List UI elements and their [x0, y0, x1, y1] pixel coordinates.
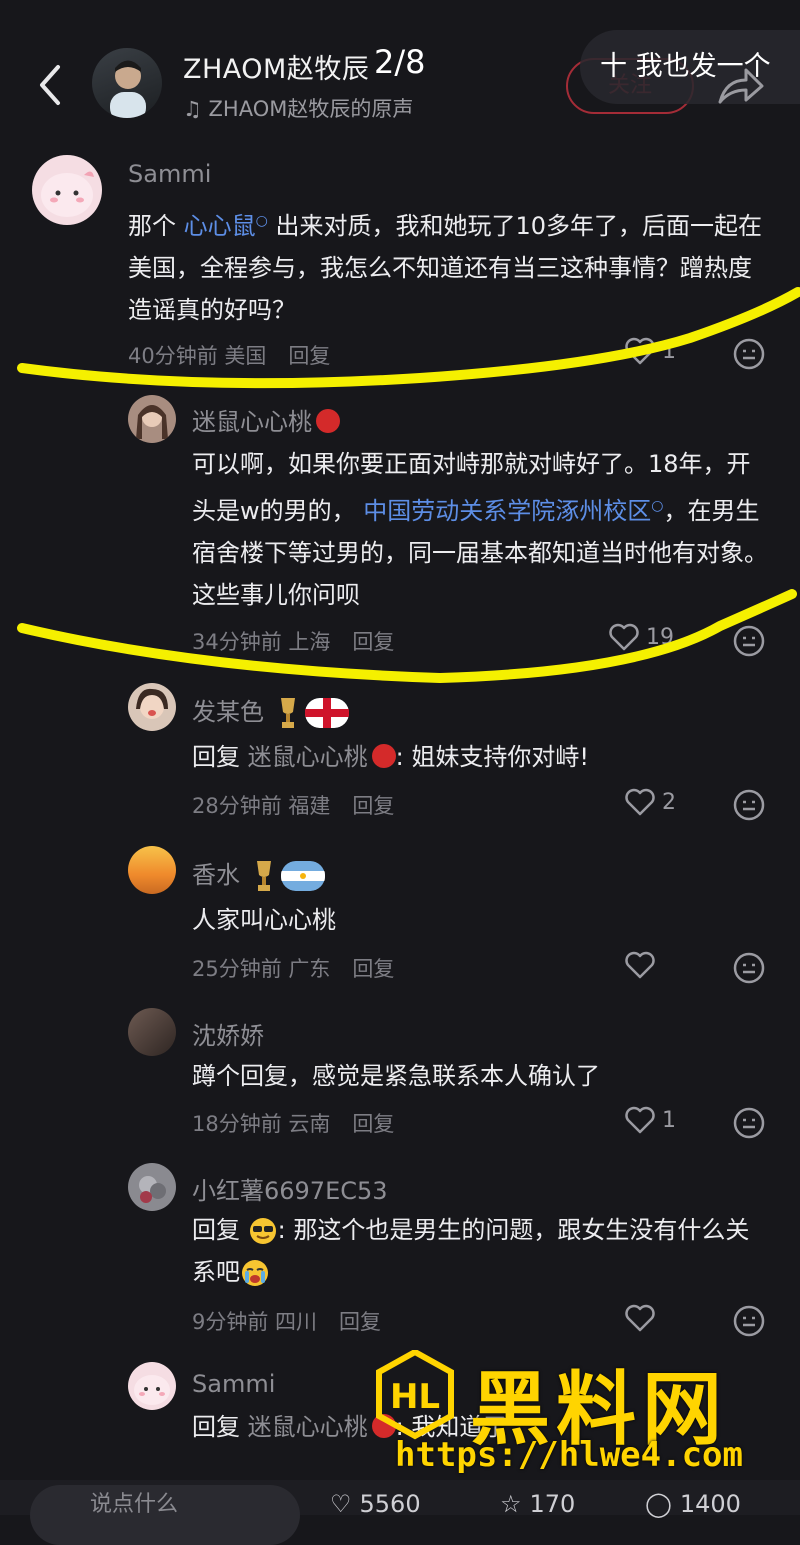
- commenter-avatar[interactable]: [128, 395, 176, 443]
- sunglasses-emoji-icon: [249, 1218, 276, 1244]
- svg-text:HL: HL: [390, 1377, 440, 1417]
- author-avatar[interactable]: [92, 48, 162, 118]
- trophy-icon: [280, 698, 295, 728]
- commenter-avatar[interactable]: [32, 155, 102, 225]
- mention-link[interactable]: 心心鼠: [184, 212, 256, 240]
- emoji-reaction-icon[interactable]: [732, 1106, 766, 1140]
- reply-button[interactable]: 回复: [352, 1112, 394, 1136]
- comment-meta: 18分钟前 云南 回复: [192, 1112, 395, 1136]
- emoji-reaction-icon[interactable]: [732, 788, 766, 822]
- heart-icon: [625, 788, 655, 816]
- music-label[interactable]: ♫ ZHAOM赵牧辰的原声: [183, 93, 413, 123]
- comment-meta: 28分钟前 福建 回复: [192, 794, 395, 818]
- commenter-name[interactable]: 香水: [192, 855, 326, 893]
- apple-emoji-icon: [371, 744, 396, 768]
- commenter-name[interactable]: 沈娇娇: [192, 1016, 264, 1051]
- commenter-avatar[interactable]: [128, 1362, 176, 1410]
- share-icon[interactable]: [716, 66, 764, 106]
- comment-text: 回复 迷鼠心心桃: 姐妹支持你对峙!: [192, 743, 589, 771]
- reply-button[interactable]: 回复: [352, 794, 394, 818]
- comment-text: 那个 心心鼠○ 出来对质，我和她玩了10多年了，后面一起在美国，全程参与，我怎么…: [128, 212, 763, 324]
- commenter-name[interactable]: 迷鼠心心桃: [192, 402, 340, 437]
- comment-text: 人家叫心心桃: [192, 906, 336, 934]
- commenter-avatar[interactable]: [128, 1163, 176, 1211]
- emoji-reaction-icon[interactable]: [732, 1304, 766, 1338]
- argentina-flag-icon: [281, 861, 326, 891]
- like-button[interactable]: [624, 950, 662, 980]
- heart-icon: [625, 1304, 655, 1332]
- heart-icon: [625, 951, 655, 979]
- commenter-avatar[interactable]: [128, 1008, 176, 1056]
- comment-meta: 40分钟前 美国 回复: [128, 344, 331, 368]
- location-link[interactable]: 中国劳动关系学院涿州校区: [363, 497, 651, 525]
- commenter-name[interactable]: 小红薯6697EC53: [192, 1171, 388, 1206]
- commenter-name[interactable]: Sammi: [128, 160, 211, 188]
- crying-emoji-icon: [242, 1260, 268, 1286]
- commenter-avatar[interactable]: [128, 846, 176, 894]
- comment-count[interactable]: ◯ 1400: [645, 1490, 741, 1518]
- reply-button[interactable]: 回复: [288, 344, 330, 368]
- emoji-reaction-icon[interactable]: [732, 951, 766, 985]
- like-button[interactable]: 2: [624, 787, 676, 817]
- heart-icon: [609, 623, 639, 651]
- watermark: HL 黑料网 https://hlwe4.com: [375, 1345, 795, 1485]
- chevron-left-icon[interactable]: [30, 55, 70, 115]
- commenter-name[interactable]: Sammi: [192, 1370, 275, 1398]
- commenter-name[interactable]: 发某色: [192, 692, 350, 730]
- comment-text: 可以啊，如果你要正面对峙那就对峙好了。18年，开头是w的男的， 中国劳动关系学院…: [192, 450, 768, 609]
- comment-text: 回复 : 那这个也是男生的问题，跟女生没有什么关系吧: [192, 1216, 750, 1286]
- author-name[interactable]: ZHAOM赵牧辰: [183, 47, 369, 86]
- like-button[interactable]: 1: [624, 336, 676, 366]
- comment-input[interactable]: 说点什么: [30, 1485, 300, 1545]
- heart-icon: ♡: [330, 1490, 352, 1518]
- england-flag-icon: [305, 698, 350, 728]
- reply-button[interactable]: 回复: [352, 957, 394, 981]
- like-count[interactable]: ♡ 5560: [330, 1490, 421, 1518]
- collect-count[interactable]: ☆ 170: [500, 1490, 575, 1518]
- apple-emoji-icon: [316, 409, 340, 433]
- also-post-button[interactable]: 十 我也发一个: [580, 30, 800, 104]
- reply-button[interactable]: 回复: [352, 630, 394, 654]
- emoji-reaction-icon[interactable]: [732, 624, 766, 658]
- emoji-reaction-icon[interactable]: [732, 337, 766, 371]
- watermark-logo-icon: HL: [376, 1350, 454, 1440]
- search-mini-icon: ○: [255, 213, 268, 229]
- comment-text: 蹲个回复，感觉是紧急联系本人确认了: [192, 1062, 600, 1090]
- like-button[interactable]: 1: [624, 1105, 676, 1135]
- comment-bubble-icon: ◯: [645, 1490, 672, 1518]
- music-note-icon: ♫: [183, 97, 202, 121]
- star-icon: ☆: [500, 1490, 522, 1518]
- trophy-icon: [256, 861, 271, 891]
- like-button[interactable]: [624, 1303, 662, 1333]
- reply-target[interactable]: 迷鼠心心桃: [248, 1413, 368, 1441]
- like-button[interactable]: 19: [608, 622, 674, 652]
- page-indicator: 2/8: [374, 43, 426, 81]
- comment-meta: 25分钟前 广东 回复: [192, 957, 395, 981]
- comment-meta: 34分钟前 上海 回复: [192, 630, 395, 654]
- comment-meta: 9分钟前 四川 回复: [192, 1310, 382, 1334]
- watermark-url: https://hlwe4.com: [395, 1435, 743, 1475]
- reply-target[interactable]: 迷鼠心心桃: [248, 743, 368, 771]
- commenter-avatar[interactable]: [128, 683, 176, 731]
- reply-button[interactable]: 回复: [339, 1310, 381, 1334]
- heart-icon: [625, 1106, 655, 1134]
- post-header: ZHAOM赵牧辰 关注 十 我也发一个 2/8 ♫ ZHAOM赵牧辰的原声: [0, 0, 800, 140]
- heart-icon: [625, 337, 655, 365]
- search-mini-icon: ○: [651, 498, 664, 514]
